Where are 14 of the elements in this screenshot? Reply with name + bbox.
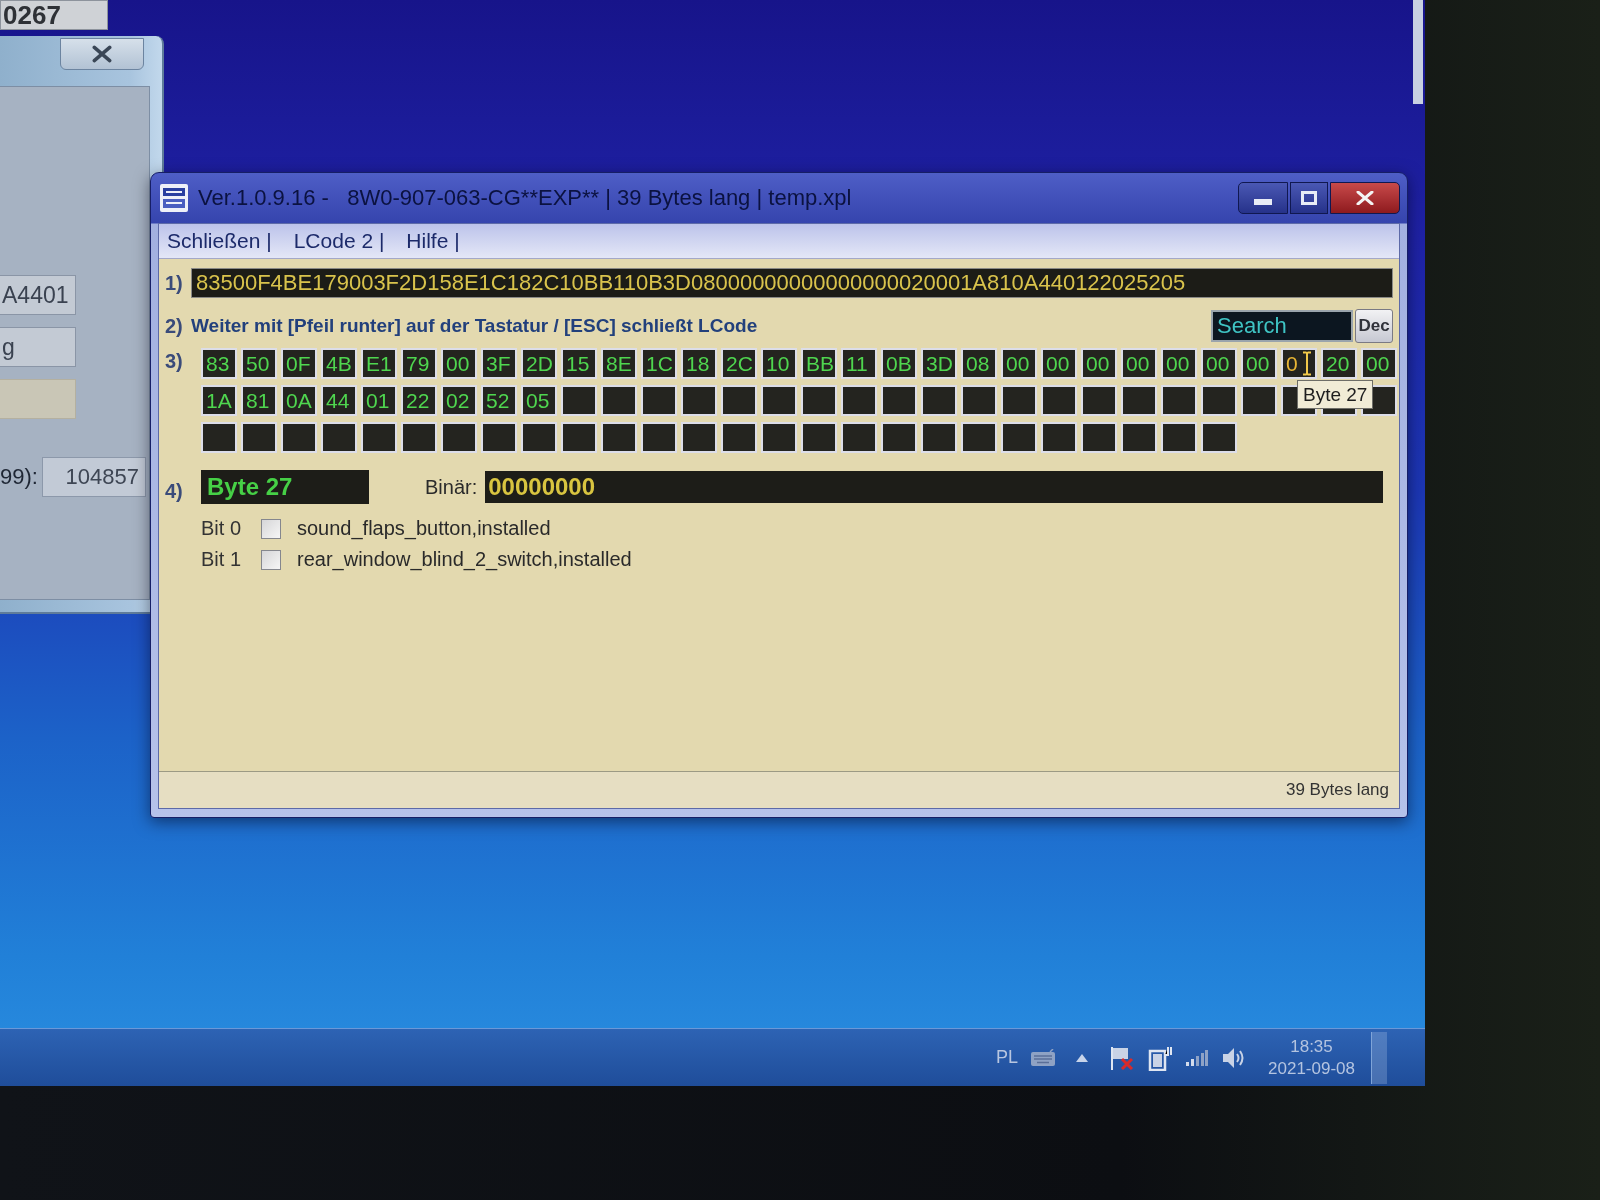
bit-description: rear_window_blind_2_switch,installed — [297, 548, 632, 571]
step-number: 3) — [165, 350, 184, 373]
field-label: 99): — [0, 464, 38, 490]
step-number: 1) — [165, 271, 184, 295]
tooltip: Byte 27 — [1297, 380, 1374, 409]
bit-label: Bit 1 — [201, 548, 243, 571]
step-number: 2) — [165, 314, 184, 338]
window-title: Ver.1.0.9.16 - 8W0-907-063-CG**EXP** | 39 Bytes lang | temp.xpl — [198, 185, 852, 211]
bit-label: Bit 0 — [201, 517, 243, 540]
binary-label: Binär: — [425, 475, 478, 499]
status-text: 39 Bytes lang — [1286, 780, 1389, 800]
hint-text: Weiter mit [Pfeil runter] auf der Tastatur / [ESC] schließt LCode — [191, 315, 758, 337]
step-number: 4) — [165, 479, 184, 503]
bit-description: sound_flaps_button,installed — [297, 517, 551, 540]
